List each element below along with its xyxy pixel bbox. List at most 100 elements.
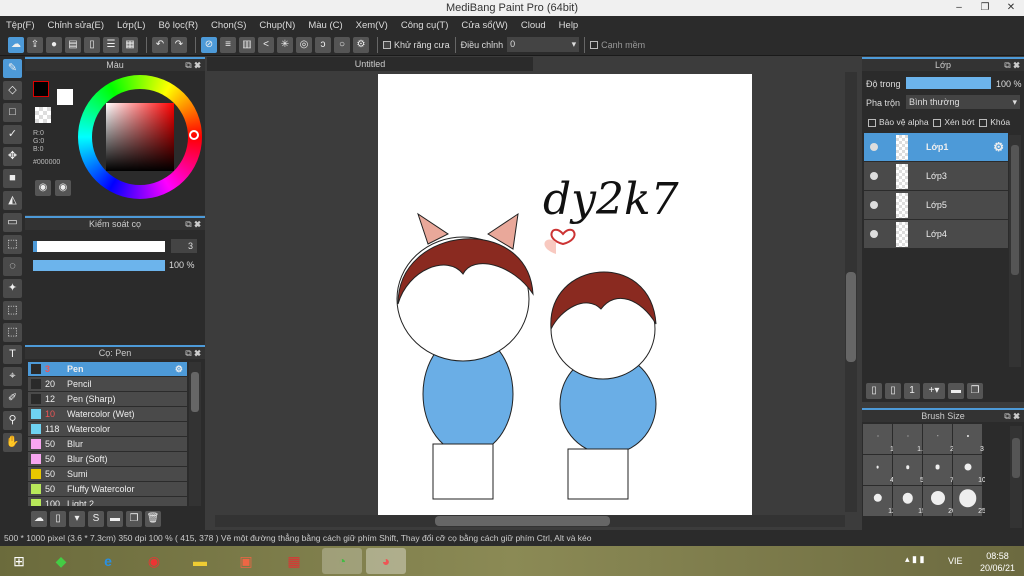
visibility-icon[interactable] [870,172,878,180]
brush-size-option[interactable]: 12 [863,486,896,516]
dot-tool-icon[interactable]: □ [3,103,22,122]
brush-size-option[interactable]: 1.5 [893,424,927,454]
brush-item[interactable]: 50 Blur (Soft) [28,452,187,467]
close-button[interactable]: ✕ [998,0,1024,16]
protect-alpha-checkbox[interactable] [868,118,876,127]
brush-item[interactable]: 3 Pen ⚙ [28,362,187,377]
menu-edit[interactable]: Chỉnh sửa(E) [48,20,105,31]
visibility-icon[interactable] [870,143,878,151]
document-tab[interactable]: Untitled [207,57,533,71]
brush-item[interactable]: 10 Watercolor (Wet) [28,407,187,422]
new-halftone-layer-icon[interactable]: ▯ [885,383,901,399]
antialias-checkbox[interactable] [383,40,391,49]
adjust-select[interactable]: 0 ▾ [507,37,580,52]
brush-size-option[interactable]: 4 [863,455,894,485]
internet-explorer-icon[interactable]: e [95,548,121,574]
palette-icon[interactable]: ◉ [35,180,51,196]
brush-item[interactable]: 50 Blur [28,437,187,452]
menu-select[interactable]: Chọn(S) [211,20,246,31]
delete-icon[interactable]: 🗑 [145,511,161,527]
script-brush-icon[interactable]: S [88,511,104,527]
coccoc-icon[interactable]: ◔ [322,548,362,574]
eyedropper-icon[interactable]: ⚲ [3,411,22,430]
maximize-button[interactable]: ❐ [972,0,998,16]
gradient-tool-icon[interactable]: ▭ [3,213,22,232]
brush-size-value[interactable]: 3 [171,239,197,253]
clock[interactable]: 08:58 20/06/21 [980,550,1015,574]
eraser-tool-icon[interactable]: ◇ [3,81,22,100]
parallel-snap-icon[interactable]: ≡ [220,36,236,53]
menu-cloud[interactable]: Cloud [521,20,546,31]
lasso-select-icon[interactable]: ◌ [3,257,22,276]
blend-mode-select[interactable]: Bình thường ▾ [906,95,1020,109]
clipping-checkbox[interactable] [933,118,942,127]
magic-wand-icon[interactable]: ✦ [3,279,22,298]
menu-layer[interactable]: Lớp(L) [117,20,145,31]
snap-settings-icon[interactable]: ⚙ [353,36,369,53]
menu-help[interactable]: Help [559,20,579,31]
vanishing-snap-icon[interactable]: < [258,36,274,53]
operation-tool-icon[interactable]: ⌖ [3,367,22,386]
concentric-snap-icon[interactable]: ◎ [296,36,312,53]
grid-icon[interactable]: ▦ [122,36,138,53]
add-brush-dropdown-icon[interactable]: ▾ [69,511,85,527]
brush-size-option[interactable]: 5 [893,455,924,485]
panel-close-icon[interactable]: ⧉ ✖ [1004,410,1020,422]
brush-size-option[interactable]: 1 [863,424,894,454]
folder-icon[interactable]: ▬ [107,511,123,527]
brush-size-option[interactable]: 15 [893,486,926,516]
layer-item[interactable]: Lớp3 [864,162,1008,191]
message-icon[interactable]: ▤ [65,36,81,53]
snap-off-icon[interactable]: ⊘ [201,36,217,53]
chrome-icon[interactable]: ◉ [141,548,167,574]
redo-icon[interactable]: ↷ [171,36,187,53]
rect-select-icon[interactable]: ⬚ [3,235,22,254]
select-eraser-icon[interactable]: ⬚ [3,323,22,342]
brush-list-scrollbar[interactable] [189,362,201,506]
menu-tools[interactable]: Công cụ(T) [401,20,449,31]
brush-item[interactable]: 50 Sumi [28,467,187,482]
saturation-value-square[interactable] [106,103,174,171]
list-icon[interactable]: ☰ [103,36,119,53]
foreground-color-swatch[interactable] [33,81,49,97]
layer-item[interactable]: Lớp4 [864,220,1008,249]
select-pen-icon[interactable]: ✓ [3,125,22,144]
fill-rect-icon[interactable]: ■ [3,169,22,188]
input-language[interactable]: VIE [948,556,963,566]
curve-snap-icon[interactable]: ↄ [315,36,331,53]
layer-item[interactable]: Lớp1 ⚙ [864,133,1008,162]
brush-item[interactable]: 100 Light 2 [28,497,187,506]
brush-size-option[interactable]: 2 [923,424,954,454]
brush-size-scrollbar[interactable] [1010,426,1022,528]
hand-tool-icon[interactable]: ✋ [3,433,22,452]
add-layer-dropdown-icon[interactable]: +▾ [923,383,945,399]
canvas-horizontal-scrollbar[interactable] [215,515,845,527]
brush-item[interactable]: 50 Fluffy Watercolor [28,482,187,497]
hue-handle[interactable] [189,130,199,140]
file-explorer-icon[interactable]: ▬ [187,548,213,574]
layer-opacity-slider[interactable] [906,77,991,89]
new-brush-icon[interactable]: ▯ [50,511,66,527]
comment-icon[interactable]: ● [46,36,62,53]
menu-filter[interactable]: Bộ lọc(R) [158,20,198,31]
brush-size-option[interactable]: 7 [923,455,954,485]
brush-size-option[interactable]: 3 [953,424,984,454]
tray-icons[interactable]: ▴ ▮ ▮ [905,554,924,565]
brush-size-option[interactable]: 20 [923,486,956,516]
layer-list-scrollbar[interactable] [1009,135,1021,367]
powerpoint-icon[interactable]: ▣ [233,548,259,574]
page-icon[interactable]: ▯ [84,36,100,53]
smooth-checkbox[interactable] [590,40,599,49]
panel-close-icon[interactable]: ⧉ ✖ [185,218,201,230]
visibility-icon[interactable] [870,230,878,238]
cloud-brush-icon[interactable]: ☁ [31,511,47,527]
circle-snap-icon[interactable]: ○ [334,36,350,53]
new-layer-icon[interactable]: ▯ [866,383,882,399]
brush-item[interactable]: 118 Watercolor [28,422,187,437]
panel-close-icon[interactable]: ⧉ ✖ [1004,59,1020,71]
brush-size-option[interactable]: 10 [953,455,985,485]
duplicate-icon[interactable]: ❐ [126,511,142,527]
menu-view[interactable]: Xem(V) [356,20,388,31]
panel-close-icon[interactable]: ⧉ ✖ [185,59,201,71]
undo-icon[interactable]: ↶ [152,36,168,53]
